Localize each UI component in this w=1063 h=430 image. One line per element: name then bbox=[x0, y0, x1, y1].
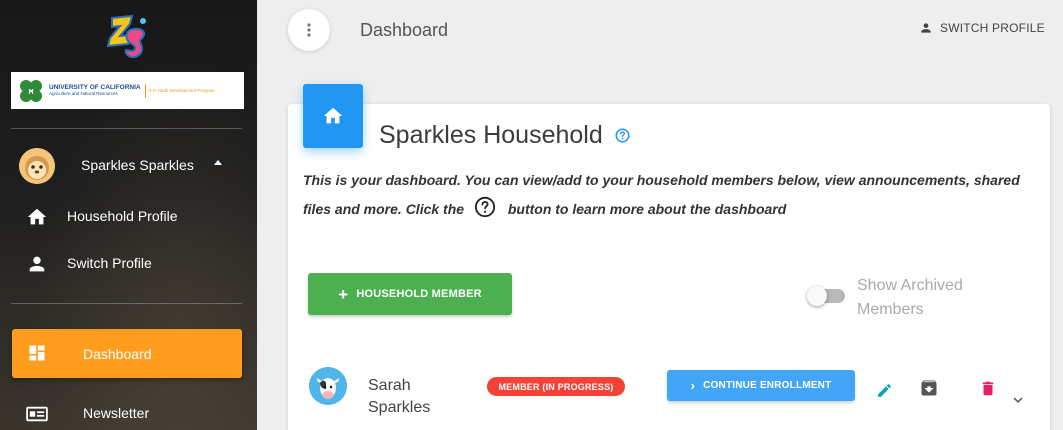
home-icon bbox=[323, 107, 343, 124]
chevron-right-icon: › bbox=[690, 378, 696, 393]
delete-icon[interactable] bbox=[979, 378, 997, 399]
continue-enrollment-button[interactable]: › CONTINUE ENROLLMENT bbox=[667, 370, 855, 401]
sidebar-divider bbox=[11, 303, 242, 304]
org-program: 4-H Youth Development Program bbox=[148, 88, 215, 93]
card-header-icon bbox=[303, 84, 363, 148]
add-member-label: HOUSEHOLD MEMBER bbox=[356, 288, 482, 300]
sidebar-item-label: Dashboard bbox=[83, 346, 152, 362]
help-icon[interactable] bbox=[615, 128, 630, 143]
person-icon bbox=[29, 256, 45, 272]
plus-icon: + bbox=[338, 284, 349, 304]
add-household-member-button[interactable]: + HOUSEHOLD MEMBER bbox=[308, 273, 512, 315]
more-menu-button[interactable] bbox=[288, 9, 330, 51]
user-name: Sparkles Sparkles bbox=[81, 157, 194, 173]
sidebar-item-household-profile[interactable]: Household Profile bbox=[0, 196, 257, 236]
show-archived-label: Show Archived Members bbox=[857, 277, 963, 318]
household-title: Sparkles Household bbox=[379, 121, 603, 149]
sidebar-item-newsletter[interactable]: Newsletter bbox=[0, 393, 257, 430]
description-text: button to learn more about the dashboard bbox=[507, 201, 787, 217]
show-archived-toggle[interactable] bbox=[807, 286, 845, 306]
sidebar: H UNIVERSITY OF CALIFORNIA Agriculture a… bbox=[0, 0, 257, 430]
org-logo: H UNIVERSITY OF CALIFORNIA Agriculture a… bbox=[11, 72, 244, 109]
app-logo bbox=[106, 14, 150, 60]
avatar bbox=[19, 148, 55, 184]
sidebar-divider bbox=[11, 128, 242, 129]
more-vert-icon bbox=[307, 23, 311, 37]
sidebar-item-label: Switch Profile bbox=[67, 255, 152, 271]
help-icon[interactable] bbox=[474, 196, 496, 218]
sidebar-item-switch-profile[interactable]: Switch Profile bbox=[0, 243, 257, 283]
dashboard-icon bbox=[29, 345, 45, 361]
newsletter-icon bbox=[26, 406, 48, 422]
dashboard-description: This is your dashboard. You can view/add… bbox=[303, 166, 1043, 224]
page-title: Dashboard bbox=[360, 20, 449, 40]
person-icon bbox=[921, 23, 931, 33]
sidebar-item-label: Newsletter bbox=[83, 405, 150, 421]
status-badge: MEMBER (IN PROGRESS) bbox=[487, 377, 625, 396]
sidebar-item-dashboard[interactable]: Dashboard bbox=[12, 329, 242, 378]
edit-icon[interactable] bbox=[876, 382, 893, 399]
member-name: Sarah Sparkles bbox=[368, 377, 431, 416]
archive-icon[interactable] bbox=[919, 378, 939, 398]
switch-profile-link[interactable]: SWITCH PROFILE bbox=[919, 21, 1045, 35]
user-menu[interactable]: Sparkles Sparkles bbox=[0, 145, 257, 185]
svg-text:H: H bbox=[28, 89, 33, 96]
continue-enrollment-label: CONTINUE ENROLLMENT bbox=[703, 380, 832, 391]
switch-profile-label: SWITCH PROFILE bbox=[940, 21, 1045, 35]
home-icon bbox=[27, 208, 47, 225]
member-avatar bbox=[309, 367, 347, 405]
toggle-knob bbox=[807, 286, 827, 306]
caret-up-icon bbox=[214, 160, 222, 165]
org-subtitle: Agriculture and Natural Resources bbox=[49, 91, 118, 96]
chevron-down-icon[interactable] bbox=[1009, 391, 1027, 409]
clover-icon: H bbox=[20, 79, 42, 102]
sidebar-item-label: Household Profile bbox=[67, 208, 178, 224]
